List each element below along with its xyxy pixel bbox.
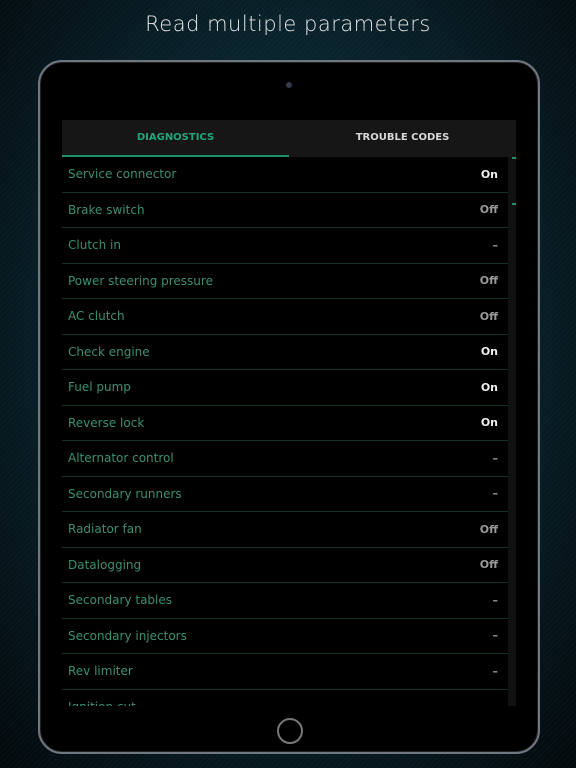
list-item[interactable]: Radiator fan Off	[62, 512, 508, 548]
list-item[interactable]: Service connector On	[62, 157, 508, 193]
parameter-label: Radiator fan	[68, 522, 142, 537]
parameter-value: Off	[479, 309, 498, 323]
list-item[interactable]: Alternator control –	[62, 441, 508, 477]
parameter-label: AC clutch	[68, 309, 125, 324]
tab-diagnostics[interactable]: DIAGNOSTICS	[62, 120, 289, 157]
tab-trouble-codes[interactable]: TROUBLE CODES	[289, 120, 516, 157]
list-item[interactable]: Secondary tables –	[62, 583, 508, 619]
parameter-value: –	[492, 238, 499, 252]
list-item[interactable]: Ignition cut	[62, 690, 508, 706]
parameter-value: Off	[479, 274, 498, 288]
parameter-value: Off	[479, 522, 498, 536]
list-item[interactable]: AC clutch Off	[62, 299, 508, 335]
home-button[interactable]	[277, 718, 303, 744]
parameter-value: Off	[479, 558, 498, 572]
app-screen: DIAGNOSTICS TROUBLE CODES Service connec…	[62, 120, 516, 706]
parameter-value: On	[480, 416, 498, 430]
scrollbar[interactable]	[508, 157, 516, 706]
list-item[interactable]: Secondary runners –	[62, 477, 508, 512]
list-item[interactable]: Check engine On	[62, 335, 508, 370]
list-item[interactable]: Fuel pump On	[62, 370, 508, 406]
parameter-label: Secondary tables	[68, 593, 173, 608]
parameter-value: On	[480, 167, 498, 181]
camera-icon	[286, 82, 292, 88]
scrollbar-thumb[interactable]	[512, 157, 516, 205]
parameter-list: Service connector On Brake switch Off Clutch…	[62, 157, 508, 706]
parameter-label: Secondary injectors	[68, 628, 187, 643]
parameter-value: On	[480, 345, 498, 359]
parameter-label: Check engine	[68, 344, 150, 359]
parameter-value: –	[492, 593, 499, 607]
parameter-label: Power steering pressure	[68, 273, 213, 288]
parameter-label: Reverse lock	[68, 415, 145, 430]
parameter-label: Secondary runners	[68, 486, 182, 501]
parameter-label: Ignition cut	[68, 700, 136, 706]
parameter-label: Rev limiter	[68, 664, 133, 679]
list-item[interactable]: Secondary injectors –	[62, 619, 508, 654]
parameter-value: –	[492, 487, 499, 501]
parameter-label: Clutch in	[68, 238, 121, 253]
list-item[interactable]: Reverse lock On	[62, 406, 508, 441]
parameter-label: Datalogging	[68, 557, 142, 572]
parameter-value: –	[492, 664, 499, 678]
tab-bar: DIAGNOSTICS TROUBLE CODES	[62, 120, 516, 157]
list-item[interactable]: Clutch in –	[62, 228, 508, 264]
parameter-value: –	[492, 451, 499, 465]
parameter-value: –	[492, 629, 499, 643]
list-item[interactable]: Datalogging Off	[62, 548, 508, 583]
headline: Read multiple parameters	[145, 12, 431, 36]
parameter-label: Alternator control	[68, 451, 174, 466]
list-item[interactable]: Brake switch Off	[62, 193, 508, 228]
parameter-label: Service connector	[68, 167, 177, 182]
parameter-label: Brake switch	[68, 202, 145, 217]
parameter-value: On	[480, 380, 498, 394]
parameter-value: Off	[479, 203, 498, 217]
list-item[interactable]: Rev limiter –	[62, 654, 508, 690]
tablet-frame: DIAGNOSTICS TROUBLE CODES Service connec…	[38, 60, 540, 754]
parameter-label: Fuel pump	[68, 380, 131, 395]
list-item[interactable]: Power steering pressure Off	[62, 264, 508, 299]
